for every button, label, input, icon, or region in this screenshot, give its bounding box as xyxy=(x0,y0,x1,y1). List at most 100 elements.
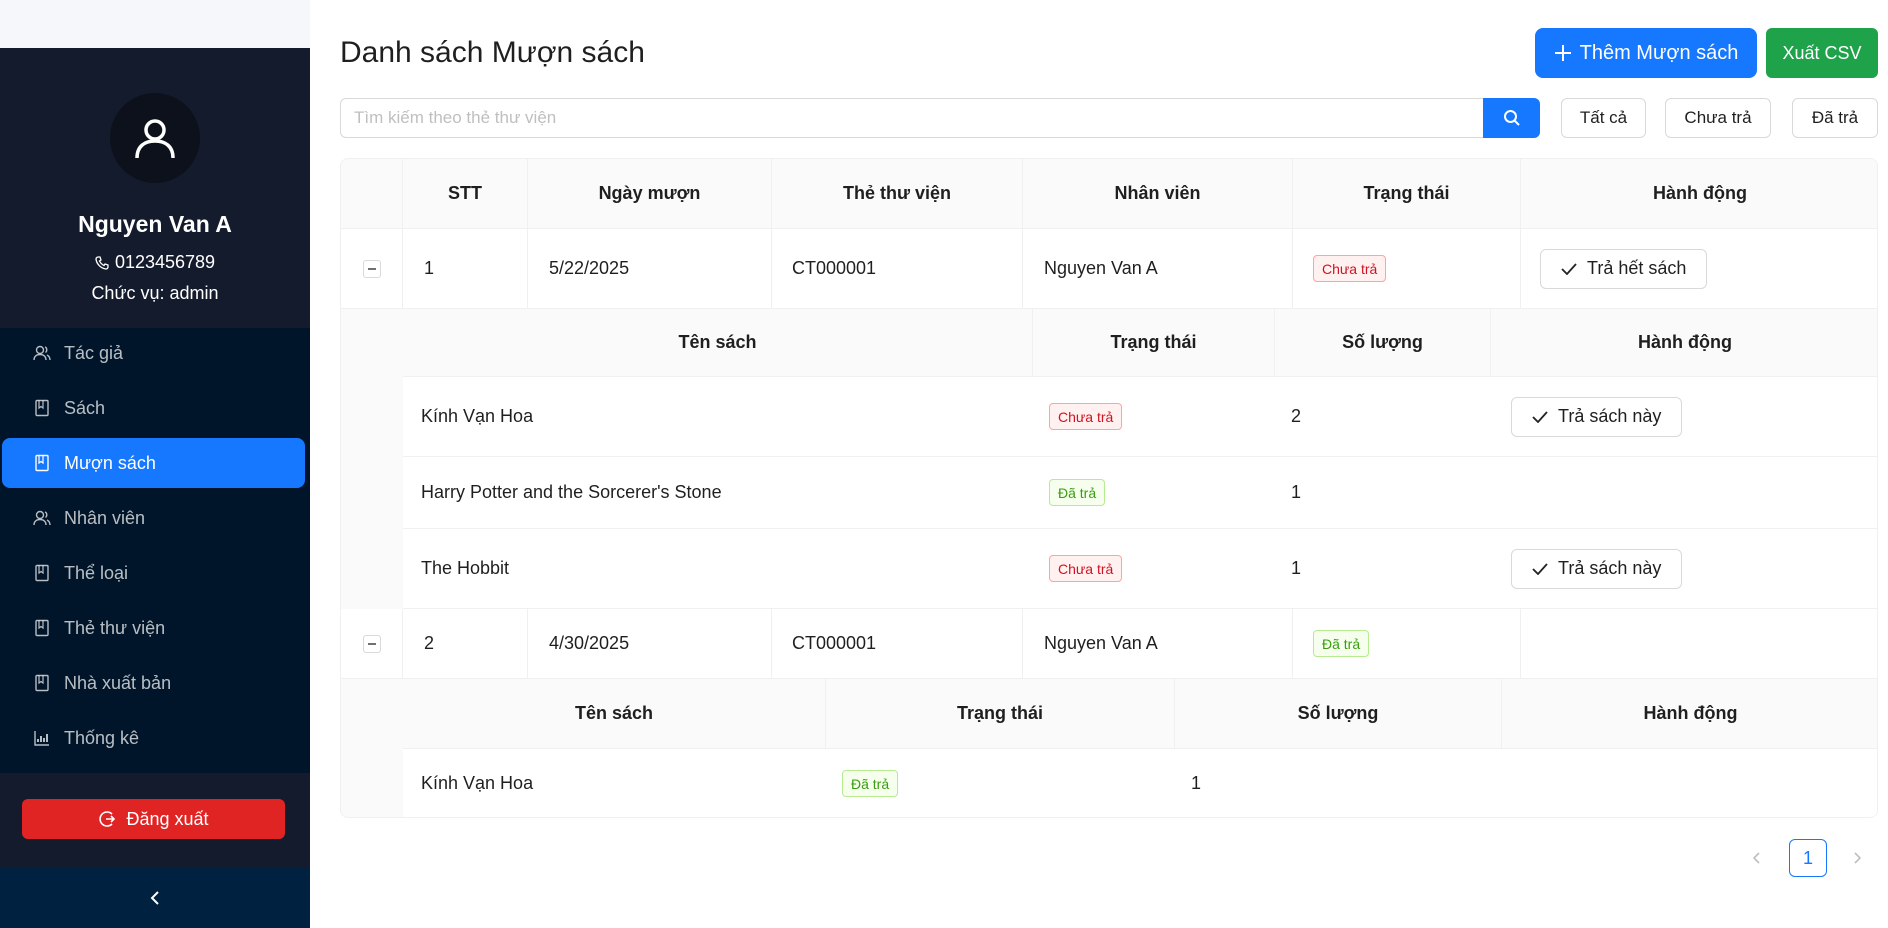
minus-icon xyxy=(367,642,376,645)
sidebar-item-1[interactable]: Sách xyxy=(2,383,305,433)
search-button[interactable] xyxy=(1483,98,1540,138)
book-icon xyxy=(32,673,52,693)
sidebar-item-0[interactable]: Tác giả xyxy=(2,328,305,378)
book-row: The Hobbit Chưa trả 1 Trả sách này xyxy=(403,529,1877,609)
book-name: The Hobbit xyxy=(421,558,510,578)
export-csv-button[interactable]: Xuất CSV xyxy=(1766,28,1878,78)
stt-cell: 2 xyxy=(403,609,528,678)
book-qty: 1 xyxy=(1291,482,1302,502)
sidebar-item-2[interactable]: Mượn sách xyxy=(2,438,305,488)
chevron-left-icon xyxy=(150,891,159,905)
status-badge: Đã trả xyxy=(1049,479,1106,506)
nested-col-qty: Số lượng xyxy=(1175,679,1502,748)
action-cell xyxy=(1521,609,1877,678)
return-book-button[interactable]: Trả sách này xyxy=(1511,396,1683,437)
collapse-row-button[interactable] xyxy=(362,259,381,278)
user-profile: Nguyen Van A 0123456789 Chức vụ: admin xyxy=(0,48,310,328)
add-borrow-button[interactable]: Thêm Mượn sách xyxy=(1535,28,1757,78)
expand-cell xyxy=(341,229,403,308)
sidebar-item-label: Thống kê xyxy=(64,727,140,748)
user-role: Chức vụ: admin xyxy=(91,283,219,303)
expand-col-header xyxy=(341,159,403,228)
borrow-table: STT Ngày mượn Thẻ thư viện Nhân viên Trạ… xyxy=(340,158,1878,818)
page-title: Danh sách Mượn sách xyxy=(340,36,645,69)
nested-col-qty: Số lượng xyxy=(1275,309,1491,376)
book-status-cell: Chưa trả xyxy=(1033,529,1275,608)
logout-button[interactable]: Đăng xuất xyxy=(22,799,285,839)
card-cell: CT000001 xyxy=(772,229,1023,308)
book-qty: 1 xyxy=(1291,558,1302,578)
search-icon xyxy=(1503,110,1520,126)
check-icon xyxy=(1532,562,1548,575)
nested-col-book: Tên sách xyxy=(403,679,826,748)
card-cell: CT000001 xyxy=(772,609,1023,678)
filter-all-button[interactable]: Tất cả xyxy=(1561,98,1646,138)
nested-col-book: Tên sách xyxy=(403,309,1033,376)
sidebar-item-label: Tác giả xyxy=(64,342,124,363)
filter-returned-button[interactable]: Đã trả xyxy=(1792,98,1878,138)
return-all-label: Trả hết sách xyxy=(1587,258,1687,278)
col-header-stt: STT xyxy=(403,159,528,228)
book-action-cell: Trả sách này xyxy=(1491,529,1877,608)
sidebar-item-5[interactable]: Thẻ thư viện xyxy=(2,603,305,653)
sidebar-item-6[interactable]: Nhà xuất bản xyxy=(2,658,305,708)
book-qty: 1 xyxy=(1191,773,1202,793)
return-book-button[interactable]: Trả sách này xyxy=(1511,548,1683,589)
col-header-staff: Nhân viên xyxy=(1023,159,1293,228)
book-action-cell: Trả sách này xyxy=(1491,377,1877,456)
sidebar-item-label: Thể loại xyxy=(64,562,129,583)
nested-col-action: Hành động xyxy=(1643,703,1738,723)
sidebar-item-3[interactable]: Nhân viên xyxy=(2,493,305,543)
sidebar-logo-area xyxy=(0,0,310,48)
book-status-cell: Đã trả xyxy=(1033,457,1275,528)
status-badge: Đã trả xyxy=(842,770,899,797)
sidebar-item-label: Nhân viên xyxy=(64,507,146,528)
status-badge: Đã trả xyxy=(1313,630,1370,657)
filter-not-returned-button[interactable]: Chưa trả xyxy=(1665,98,1771,138)
logout-area: Đăng xuất xyxy=(0,773,310,868)
check-icon xyxy=(1561,262,1577,275)
book-row: Kính Vạn Hoa Chưa trả 2 Trả sách này xyxy=(403,377,1877,457)
return-all-button[interactable]: Trả hết sách xyxy=(1540,248,1708,289)
date-cell: 5/22/2025 xyxy=(528,229,772,308)
return-book-label: Trả sách này xyxy=(1558,406,1662,426)
chevron-right-icon xyxy=(1854,852,1861,864)
book-action-cell xyxy=(1502,749,1877,817)
sidebar-item-label: Mượn sách xyxy=(64,452,156,473)
col-header-action: Hành động xyxy=(1653,183,1747,203)
status-badge: Chưa trả xyxy=(1049,555,1123,582)
collapse-row-button[interactable] xyxy=(362,634,381,653)
main-content: Danh sách Mượn sách Thêm Mượn sách Xuất … xyxy=(310,0,1888,928)
staff-cell: Nguyen Van A xyxy=(1023,229,1293,308)
user-phone: 0123456789 xyxy=(95,252,215,273)
book-status-cell: Chưa trả xyxy=(1033,377,1275,456)
minus-icon xyxy=(367,267,376,270)
table-header: STT Ngày mượn Thẻ thư viện Nhân viên Trạ… xyxy=(341,159,1877,229)
book-icon xyxy=(32,453,52,473)
search-input[interactable] xyxy=(340,98,1483,138)
nested-col-action: Hành động xyxy=(1638,332,1732,352)
sidebar: Nguyen Van A 0123456789 Chức vụ: admin T… xyxy=(0,0,310,928)
next-page-button[interactable] xyxy=(1838,839,1876,877)
collapse-sidebar-button[interactable] xyxy=(0,868,310,928)
date-cell: 4/30/2025 xyxy=(528,609,772,678)
status-cell: Chưa trả xyxy=(1293,229,1521,308)
nested-col-status: Trạng thái xyxy=(1033,309,1275,376)
sidebar-item-7[interactable]: Thống kê xyxy=(2,713,305,763)
col-header-date: Ngày mượn xyxy=(528,159,772,228)
status-cell: Đã trả xyxy=(1293,609,1521,678)
avatar xyxy=(110,93,200,183)
prev-page-button[interactable] xyxy=(1738,839,1776,877)
status-badge: Chưa trả xyxy=(1313,255,1387,282)
sidebar-item-label: Sách xyxy=(64,397,106,418)
page-button-current[interactable]: 1 xyxy=(1789,839,1827,877)
book-icon xyxy=(32,618,52,638)
stt-cell: 1 xyxy=(403,229,528,308)
sidebar-item-4[interactable]: Thể loại xyxy=(2,548,305,598)
book-status-cell: Đã trả xyxy=(826,749,1175,817)
nested-header: Tên sách Trạng thái Số lượng Hành động xyxy=(403,309,1877,377)
staff-cell: Nguyen Van A xyxy=(1023,609,1293,678)
user-phone-text: 0123456789 xyxy=(114,252,216,272)
col-header-card: Thẻ thư viện xyxy=(772,159,1023,228)
table-row: 1 5/22/2025 CT000001 Nguyen Van A Chưa t… xyxy=(341,229,1877,309)
